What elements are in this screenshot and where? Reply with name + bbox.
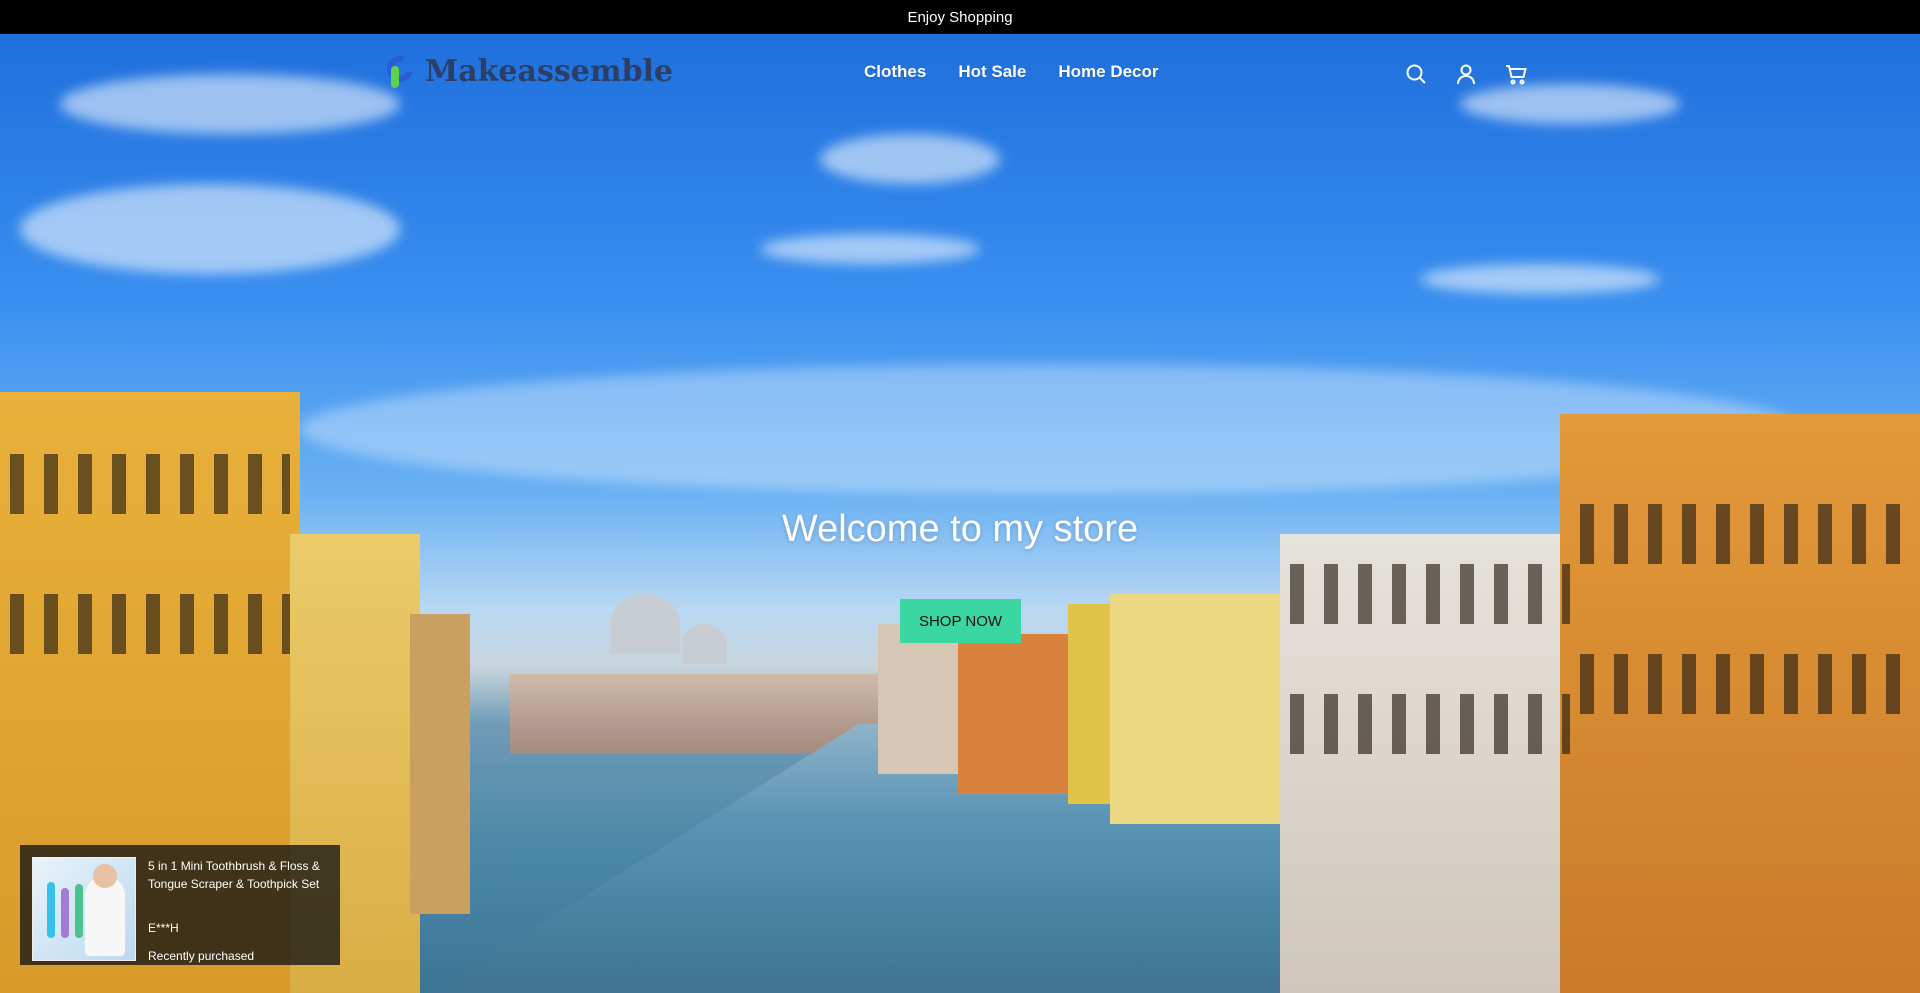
- popup-product-title: 5 in 1 Mini Toothbrush & Floss & Tongue …: [148, 859, 320, 891]
- recent-purchase-popup[interactable]: 5 in 1 Mini Toothbrush & Floss & Tongue …: [20, 845, 340, 965]
- building-mid: [958, 634, 1068, 794]
- nav-home-decor[interactable]: Home Decor: [1058, 62, 1158, 82]
- logo[interactable]: Makeassemble: [382, 51, 674, 90]
- popup-text: 5 in 1 Mini Toothbrush & Floss & Tongue …: [148, 857, 328, 963]
- far-city: [510, 674, 880, 754]
- account-icon[interactable]: [1454, 62, 1478, 86]
- popup-buyer: E***H: [148, 921, 179, 935]
- main-nav: Clothes Hot Sale Home Decor: [864, 62, 1159, 82]
- announcement-text: Enjoy Shopping: [907, 8, 1013, 26]
- header-icons: [1404, 62, 1528, 86]
- dome: [682, 624, 727, 664]
- logo-text: Makeassemble: [425, 53, 674, 89]
- nav-clothes[interactable]: Clothes: [864, 62, 926, 82]
- cart-icon[interactable]: [1504, 62, 1528, 86]
- building-left: [410, 614, 470, 914]
- dome: [610, 594, 680, 654]
- announcement-bar: Enjoy Shopping: [0, 0, 1920, 34]
- building-mid: [878, 624, 958, 774]
- popup-status: Recently purchased: [148, 949, 255, 963]
- logo-mark-icon: [382, 51, 419, 90]
- product-thumbnail: [32, 857, 136, 961]
- building-mid: [1110, 594, 1280, 824]
- shop-now-button[interactable]: SHOP NOW: [900, 599, 1021, 643]
- site-header: Makeassemble Clothes Hot Sale Home Decor: [0, 34, 1920, 114]
- hero-title: Welcome to my store: [781, 508, 1139, 550]
- search-icon[interactable]: [1404, 62, 1428, 86]
- nav-hot-sale[interactable]: Hot Sale: [958, 62, 1026, 82]
